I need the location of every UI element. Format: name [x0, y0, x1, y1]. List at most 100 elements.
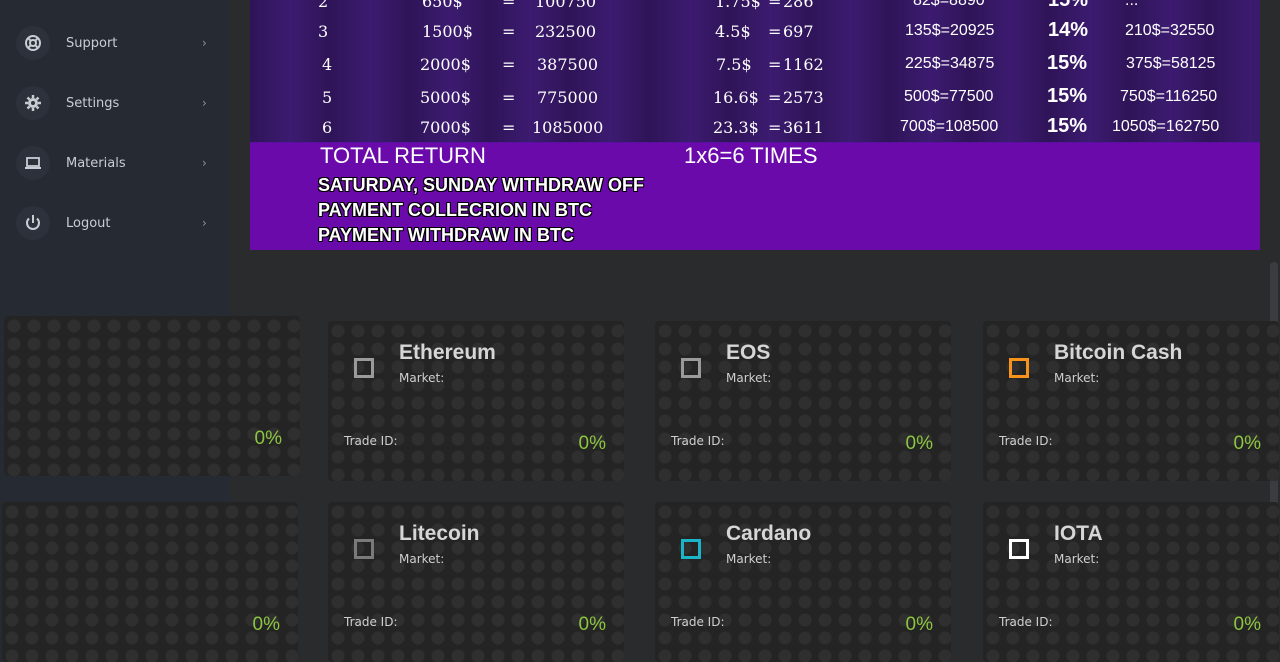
plan-daily: 16.6$	[713, 88, 759, 107]
trade-id-label: Trade ID:	[344, 615, 398, 629]
plan-deposit: 5000$	[420, 88, 471, 107]
plan-daily: 7.5$	[716, 55, 752, 74]
sidebar-item-label: Materials	[66, 155, 126, 171]
coin-card[interactable]: 0%	[2, 502, 298, 662]
sidebar-item-label: Settings	[66, 95, 120, 111]
trade-id-label: Trade ID:	[344, 434, 398, 448]
plan-total: 775000	[537, 88, 599, 107]
plan-deposit: 1500$	[422, 22, 473, 41]
plan-daily: 4.5$	[715, 22, 751, 41]
plan-percent: 14%	[1048, 19, 1089, 41]
power-icon	[16, 206, 50, 240]
plan-daily-total: 286	[783, 0, 814, 11]
chevron-right-icon: ›	[202, 216, 207, 230]
plan-daily: 1.75$	[715, 0, 761, 11]
trade-id-label: Trade ID:	[999, 434, 1053, 448]
plan-number: 2	[318, 0, 329, 11]
plan-bonus: 225$=34875	[905, 55, 995, 72]
coin-name: Ethereum	[399, 341, 496, 364]
plan-percent: 15%	[1047, 115, 1088, 137]
coin-card-bitcoin-cash[interactable]: Bitcoin Cash Market: Trade ID: 0%	[983, 321, 1279, 481]
coin-checkbox[interactable]	[681, 539, 701, 559]
chevron-right-icon: ›	[202, 156, 207, 170]
market-label: Market:	[726, 371, 772, 385]
coin-percent: 0%	[578, 433, 606, 454]
coin-card-cardano[interactable]: Cardano Market: Trade ID: 0%	[655, 502, 951, 662]
trade-id-label: Trade ID:	[671, 434, 725, 448]
coin-checkbox[interactable]	[1009, 539, 1029, 559]
trade-id-label: Trade ID:	[999, 615, 1053, 629]
market-label: Market:	[1054, 371, 1100, 385]
coin-card-iota[interactable]: IOTA Market: Trade ID: 0%	[983, 502, 1279, 662]
plan-deposit: 2000$	[420, 55, 471, 74]
plan-total: 387500	[537, 55, 599, 74]
plan-daily-total: 697	[783, 22, 814, 41]
coin-percent: 0%	[254, 428, 282, 449]
plan-number: 6	[322, 118, 333, 137]
coin-checkbox[interactable]	[354, 539, 374, 559]
plan-bonus: 135$=20925	[905, 22, 995, 39]
chevron-right-icon: ›	[202, 36, 207, 50]
coin-card-litecoin[interactable]: Litecoin Market: Trade ID: 0%	[328, 502, 624, 662]
plan-daily-total: 3611	[783, 118, 824, 137]
summary-band: TOTAL RETURN 1x6=6 TIMES SATURDAY, SUNDA…	[250, 143, 1260, 250]
sidebar-item-materials[interactable]: Materials ›	[0, 143, 230, 183]
plan-table: 2 650$ = 100750 1.75$ = 286 82$=8890 15%…	[250, 0, 1260, 142]
sidebar-item-support[interactable]: Support ›	[0, 23, 230, 63]
coin-checkbox[interactable]	[354, 358, 374, 378]
plan-deposit: 7000$	[420, 118, 471, 137]
lifebuoy-icon	[16, 26, 50, 60]
coin-checkbox[interactable]	[1009, 358, 1029, 378]
equals-sign: =	[502, 118, 516, 137]
note-line: SATURDAY, SUNDAY WITHDRAW OFF	[318, 175, 645, 195]
coin-percent: 0%	[905, 433, 933, 454]
coin-card[interactable]: 0%	[4, 316, 300, 476]
sidebar-item-settings[interactable]: Settings ›	[0, 83, 230, 123]
plan-number: 5	[322, 88, 333, 107]
equals-sign: =	[502, 88, 516, 107]
coin-percent: 0%	[1233, 433, 1261, 454]
table-row: 4 2000$ = 387500 7.5$ = 1162 225$=34875 …	[250, 49, 1260, 81]
sidebar-item-label: Logout	[66, 215, 111, 231]
plan-referral: 375$=58125	[1126, 55, 1216, 72]
market-label: Market:	[399, 371, 445, 385]
plan-bonus: 82$=8890	[913, 0, 985, 9]
equals-sign: =	[502, 55, 516, 74]
plan-referral: 1050$=162750	[1112, 118, 1220, 135]
plan-number: 3	[318, 22, 329, 41]
gear-icon	[16, 86, 50, 120]
total-return-value: 1x6=6 TIMES	[684, 143, 818, 168]
coin-card-ethereum[interactable]: Ethereum Market: Trade ID: 0%	[328, 321, 624, 481]
coin-percent: 0%	[905, 614, 933, 635]
market-label: Market:	[1054, 552, 1100, 566]
plan-percent: 15%	[1048, 0, 1089, 11]
equals-sign: =	[768, 118, 782, 137]
equals-sign: =	[502, 0, 516, 11]
plan-bonus: 500$=77500	[904, 88, 994, 105]
plan-number: 4	[322, 55, 333, 74]
plan-referral: 750$=116250	[1120, 88, 1218, 105]
total-return-label: TOTAL RETURN	[320, 143, 486, 168]
coin-name: EOS	[726, 341, 771, 364]
coin-name: IOTA	[1054, 522, 1103, 545]
equals-sign: =	[768, 88, 782, 107]
plan-daily-total: 1162	[783, 55, 824, 74]
coin-checkbox[interactable]	[681, 358, 701, 378]
chevron-right-icon: ›	[202, 96, 207, 110]
plan-daily-total: 2573	[783, 88, 824, 107]
note-line: PAYMENT COLLECRION IN BTC	[318, 200, 593, 220]
equals-sign: =	[502, 22, 516, 41]
coin-card-eos[interactable]: EOS Market: Trade ID: 0%	[655, 321, 951, 481]
sidebar-item-logout[interactable]: Logout ›	[0, 203, 230, 243]
plan-daily: 23.3$	[713, 118, 759, 137]
plan-percent: 15%	[1047, 52, 1088, 74]
coin-name: Bitcoin Cash	[1054, 341, 1183, 364]
coin-percent: 0%	[252, 614, 280, 635]
coin-name: Cardano	[726, 522, 812, 545]
plan-total: 100750	[535, 0, 597, 11]
plan-referral: 210$=32550	[1125, 22, 1215, 39]
laptop-icon	[16, 146, 50, 180]
equals-sign: =	[768, 22, 782, 41]
equals-sign: =	[768, 0, 782, 11]
sidebar-item-label: Support	[66, 35, 118, 51]
